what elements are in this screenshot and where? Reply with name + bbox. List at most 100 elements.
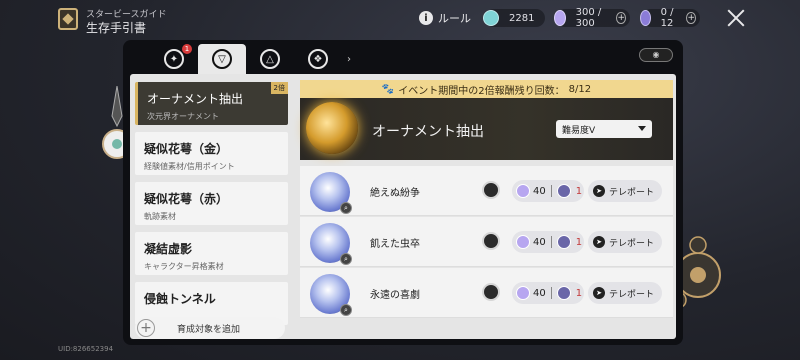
tab-2[interactable]: ▽ xyxy=(198,44,246,74)
guide-book-icon xyxy=(58,8,78,30)
cost-pill: 40 1 xyxy=(512,282,584,304)
sidebar-item-stagnant-shadow[interactable]: 凝結虚影 キャラクター昇格素材 xyxy=(135,232,288,275)
list-item: ⌕ 絶えぬ紛争 40 1 ➤ テレポート xyxy=(300,166,673,216)
domain-name: 飢えた虫卒 xyxy=(370,239,420,250)
ornament-orb-icon xyxy=(306,102,358,154)
teleport-label: テレポート xyxy=(609,187,655,198)
content-area: オーナメント抽出 次元界オーナメント 2倍 疑似花萼（金） 経験値素材/信用ポイ… xyxy=(130,74,676,339)
fuel-icon xyxy=(556,235,571,249)
teleport-button[interactable]: ➤ テレポート xyxy=(588,180,662,202)
magnifier-icon[interactable]: ⌕ xyxy=(340,202,352,214)
power-cost: 40 xyxy=(533,287,546,299)
sidebar-item-title: 疑似花萼（赤） xyxy=(144,192,229,206)
fuel-icon xyxy=(640,10,651,26)
sidebar-item-subtitle: 軌跡素材 xyxy=(144,212,176,221)
trailblaze-power-counter: 300 / 300 + xyxy=(554,7,630,29)
chevron-down-icon xyxy=(638,126,646,131)
trailblaze-power-value: 300 / 300 xyxy=(575,7,602,29)
tab-4[interactable]: ❖ xyxy=(294,44,342,74)
enemy-icon xyxy=(482,181,500,199)
teleport-icon: ➤ xyxy=(593,236,605,248)
stellar-jade-counter: 2281 xyxy=(483,9,545,27)
add-fuel-button[interactable]: + xyxy=(686,12,696,24)
guide-title: 生存手引書 xyxy=(86,21,147,35)
notification-badge: 1 xyxy=(182,44,192,54)
power-cost: 40 xyxy=(533,236,546,248)
uid-label: UID:826652394 xyxy=(58,345,114,353)
tab-icon-4: ❖ xyxy=(308,49,328,69)
add-power-button[interactable]: + xyxy=(616,12,626,24)
close-icon[interactable] xyxy=(726,8,746,28)
enemy-icon xyxy=(482,283,500,301)
tab-1[interactable]: ✦ 1 xyxy=(150,44,198,74)
domain-header: オーナメント抽出 難易度V xyxy=(300,98,673,160)
magnifier-icon[interactable]: ⌕ xyxy=(340,253,352,265)
sidebar-item-title: 侵蝕トンネル xyxy=(144,292,216,306)
divider xyxy=(550,236,552,248)
difficulty-dropdown[interactable]: 難易度V xyxy=(556,120,652,138)
difficulty-value: 難易度V xyxy=(562,125,596,136)
trailblaze-power-icon xyxy=(516,184,530,198)
domain-name: 永遠の喜劇 xyxy=(370,290,420,301)
tab-icon-2: ▽ xyxy=(212,49,232,69)
rule-button[interactable]: i ルール xyxy=(419,10,471,26)
sidebar-item-calyx-golden[interactable]: 疑似花萼（金） 経験値素材/信用ポイント xyxy=(135,132,288,175)
relic-set-icon: ⌕ xyxy=(310,172,352,214)
teleport-button[interactable]: ➤ テレポート xyxy=(588,231,662,253)
banner-count: 8/12 xyxy=(568,83,592,95)
toggle-button[interactable]: ◉ xyxy=(639,48,673,62)
enemy-icon xyxy=(482,232,500,250)
fuel-counter: 0 / 12 + xyxy=(640,7,700,29)
rule-label: ルール xyxy=(438,12,471,25)
list-item: ⌕ 永遠の喜劇 40 1 ➤ テレポート xyxy=(300,268,673,318)
tab-3[interactable]: △ xyxy=(246,44,294,74)
cost-pill: 40 1 xyxy=(512,231,584,253)
fuel-icon xyxy=(556,184,571,198)
sidebar-item-subtitle: 次元界オーナメント xyxy=(147,112,219,121)
info-icon: i xyxy=(419,11,433,25)
tab-icon-3: △ xyxy=(260,49,280,69)
plus-icon: + xyxy=(137,319,155,337)
relic-set-icon: ⌕ xyxy=(310,223,352,265)
divider xyxy=(550,185,552,197)
stellar-jade-value: 2281 xyxy=(509,12,535,24)
add-training-target-button[interactable]: + 育成対象を追加 xyxy=(135,317,285,339)
domain-name: 絶えぬ紛争 xyxy=(370,188,420,199)
sidebar-item-title: オーナメント抽出 xyxy=(147,92,244,106)
sidebar-item-ornament-extraction[interactable]: オーナメント抽出 次元界オーナメント 2倍 xyxy=(135,82,288,125)
sidebar-item-subtitle: キャラクター昇格素材 xyxy=(144,262,224,271)
trailblaze-power-icon xyxy=(516,286,530,300)
power-cost: 40 xyxy=(533,185,546,197)
teleport-label: テレポート xyxy=(609,289,655,300)
sidebar-item-calyx-crimson[interactable]: 疑似花萼（赤） 軌跡素材 xyxy=(135,182,288,225)
trailblaze-power-icon xyxy=(554,10,566,26)
domain-title: オーナメント抽出 xyxy=(372,124,484,140)
teleport-label: テレポート xyxy=(609,238,655,249)
tab-bar: ✦ 1 ▽ △ ❖ › xyxy=(150,44,356,74)
sidebar-item-title: 疑似花萼（金） xyxy=(144,142,229,156)
list-item: ⌕ 飢えた虫卒 40 1 ➤ テレポート xyxy=(300,217,673,267)
teleport-icon: ➤ xyxy=(593,287,605,299)
fuel-cost: 1 xyxy=(575,185,583,197)
fuel-cost: 1 xyxy=(575,236,583,248)
stellar-jade-icon xyxy=(483,10,499,26)
chevron-right-icon[interactable]: › xyxy=(342,44,356,74)
magnifier-icon[interactable]: ⌕ xyxy=(340,304,352,316)
add-training-target-label: 育成対象を追加 xyxy=(177,324,241,335)
double-reward-tag: 2倍 xyxy=(270,82,288,94)
double-reward-banner: 🐾 イベント期間中の2倍報酬残り回数： 8/12 xyxy=(300,80,673,98)
tab-icon-1: ✦ xyxy=(164,49,184,69)
paw-icon: 🐾 xyxy=(381,83,395,95)
divider xyxy=(550,287,552,299)
fuel-icon xyxy=(556,286,571,300)
fuel-value: 0 / 12 xyxy=(660,7,674,29)
trailblaze-power-icon xyxy=(516,235,530,249)
relic-set-icon: ⌕ xyxy=(310,274,352,316)
banner-text: イベント期間中の2倍報酬残り回数： xyxy=(398,85,565,97)
teleport-icon: ➤ xyxy=(593,185,605,197)
sidebar-item-subtitle: 経験値素材/信用ポイント xyxy=(144,162,235,171)
fuel-cost: 1 xyxy=(575,287,583,299)
survival-guide-panel: ✦ 1 ▽ △ ❖ › ◉ オーナメント抽出 次元界オーナメント 2倍 疑似花萼… xyxy=(123,40,683,345)
cost-pill: 40 1 xyxy=(512,180,584,202)
teleport-button[interactable]: ➤ テレポート xyxy=(588,282,662,304)
